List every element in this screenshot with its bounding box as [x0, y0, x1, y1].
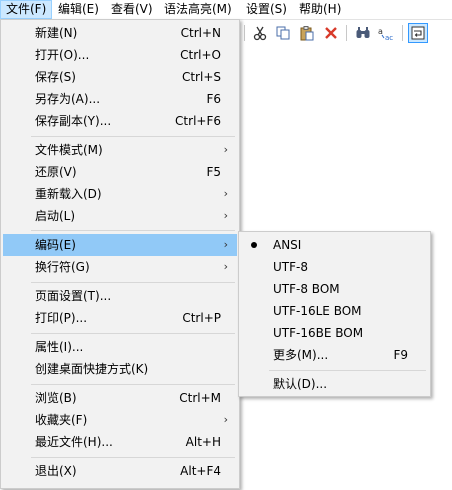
encoding-submenu: ANSI UTF-8 UTF-8 BOM UTF-16LE BOM UTF-16…: [238, 231, 431, 397]
submenu-arrow-icon: ›: [223, 238, 228, 251]
menu-separator: [31, 282, 235, 283]
encoding-item-utf16be-bom[interactable]: UTF-16BE BOM: [241, 322, 428, 344]
menu-item-exit[interactable]: 退出(X) Alt+F4: [3, 460, 237, 482]
menu-item-label: 打印(P)...: [35, 311, 88, 325]
menu-separator: [31, 457, 235, 458]
selected-bullet-icon: [251, 242, 257, 248]
menu-item-shortcut: Ctrl+S: [181, 70, 221, 84]
menu-syntax-highlight[interactable]: 语法高亮(M): [159, 0, 237, 19]
encoding-item-utf8[interactable]: UTF-8: [241, 256, 428, 278]
encoding-item-more[interactable]: 更多(M)... F9: [241, 344, 428, 366]
menu-item-print[interactable]: 打印(P)... Ctrl+P: [3, 307, 237, 329]
svg-text:a: a: [378, 27, 383, 36]
menu-item-new[interactable]: 新建(N) Ctrl+N: [3, 22, 237, 44]
replace-icon[interactable]: a ac: [377, 23, 397, 43]
menu-item-line-ending[interactable]: 换行符(G) ›: [3, 256, 237, 278]
menu-item-label: UTF-8: [273, 260, 308, 274]
menu-item-label: 页面设置(T)...: [35, 289, 112, 303]
menu-item-label: 编码(E): [35, 238, 76, 252]
menu-item-favorites[interactable]: 收藏夹(F) ›: [3, 409, 237, 431]
menu-item-label: 启动(L): [35, 209, 76, 223]
menu-item-label: 退出(X): [35, 464, 77, 478]
encoding-item-default[interactable]: 默认(D)...: [241, 373, 428, 395]
menu-item-label: 新建(N): [35, 26, 78, 40]
menu-separator: [31, 333, 235, 334]
menu-item-recent-files[interactable]: 最近文件(H)... Alt+H: [3, 431, 237, 453]
menu-separator: [31, 384, 235, 385]
menu-separator: [31, 230, 235, 231]
menu-item-label: 文件模式(M): [35, 143, 103, 157]
menu-file[interactable]: 文件(F): [0, 0, 53, 19]
menu-item-label: 收藏夹(F): [35, 413, 88, 427]
menu-item-label: 更多(M)...: [273, 348, 329, 362]
menu-item-create-shortcut[interactable]: 创建桌面快捷方式(K): [3, 358, 237, 380]
menu-item-label: 打开(O)...: [35, 48, 90, 62]
menu-settings[interactable]: 设置(S): [241, 0, 292, 19]
menu-separator: [269, 370, 426, 371]
encoding-item-utf16le-bom[interactable]: UTF-16LE BOM: [241, 300, 428, 322]
menu-item-label: 浏览(B): [35, 391, 77, 405]
menu-item-launch[interactable]: 启动(L) ›: [3, 205, 237, 227]
menu-item-label: 默认(D)...: [273, 377, 328, 391]
menu-item-label: 最近文件(H)...: [35, 435, 113, 449]
menu-item-shortcut: Ctrl+M: [179, 391, 221, 405]
submenu-arrow-icon: ›: [223, 187, 228, 200]
menu-help[interactable]: 帮助(H): [294, 0, 346, 19]
menu-item-browse[interactable]: 浏览(B) Ctrl+M: [3, 387, 237, 409]
menu-item-label: 另存为(A)...: [35, 92, 101, 106]
menu-edit[interactable]: 编辑(E): [53, 0, 104, 19]
cut-icon[interactable]: [250, 23, 270, 43]
delete-icon[interactable]: [321, 23, 341, 43]
menu-item-label: 换行符(G): [35, 260, 90, 274]
menu-item-save-as[interactable]: 另存为(A)... F6: [3, 88, 237, 110]
menu-item-shortcut: F6: [206, 92, 221, 106]
menu-view[interactable]: 查看(V): [106, 0, 158, 19]
submenu-arrow-icon: ›: [223, 260, 228, 273]
menu-item-shortcut: Ctrl+O: [180, 48, 221, 62]
menu-item-shortcut: Alt+F4: [180, 464, 221, 478]
word-wrap-icon[interactable]: [408, 23, 428, 43]
menu-item-shortcut: Ctrl+N: [180, 26, 221, 40]
copy-icon[interactable]: [273, 23, 293, 43]
encoding-item-utf8-bom[interactable]: UTF-8 BOM: [241, 278, 428, 300]
menu-item-shortcut: Alt+H: [185, 435, 221, 449]
toolbar-separator: [346, 25, 347, 41]
menu-item-shortcut: Ctrl+F6: [175, 114, 221, 128]
menu-item-save-copy[interactable]: 保存副本(Y)... Ctrl+F6: [3, 110, 237, 132]
svg-text:ac: ac: [385, 34, 393, 41]
file-menu: 新建(N) Ctrl+N 打开(O)... Ctrl+O 保存(S) Ctrl+…: [0, 19, 240, 489]
submenu-arrow-icon: ›: [223, 209, 228, 222]
menu-item-label: 重新载入(D): [35, 187, 102, 201]
menu-item-reload[interactable]: 重新载入(D) ›: [3, 183, 237, 205]
menu-item-shortcut: F5: [206, 165, 221, 179]
toolbar-separator: [244, 25, 245, 41]
menu-item-open[interactable]: 打开(O)... Ctrl+O: [3, 44, 237, 66]
menu-item-label: ANSI: [273, 238, 302, 252]
menu-item-file-mode[interactable]: 文件模式(M) ›: [3, 139, 237, 161]
toolbar-separator: [402, 25, 403, 41]
menu-item-label: 创建桌面快捷方式(K): [35, 362, 149, 376]
menu-item-label: 属性(I)...: [35, 340, 84, 354]
menu-item-label: UTF-16LE BOM: [273, 304, 362, 318]
encoding-item-ansi[interactable]: ANSI: [241, 234, 428, 256]
menu-separator: [31, 136, 235, 137]
find-icon[interactable]: [353, 23, 373, 43]
menu-item-properties[interactable]: 属性(I)...: [3, 336, 237, 358]
menu-item-save[interactable]: 保存(S) Ctrl+S: [3, 66, 237, 88]
paste-icon[interactable]: [297, 23, 317, 43]
menu-bar: 文件(F) 编辑(E) 查看(V) 语法高亮(M) 设置(S) 帮助(H): [0, 0, 452, 20]
menu-item-encoding[interactable]: 编码(E) ›: [3, 234, 237, 256]
menu-item-page-setup[interactable]: 页面设置(T)...: [3, 285, 237, 307]
menu-item-label: 保存(S): [35, 70, 76, 84]
menu-item-shortcut: F9: [393, 348, 408, 362]
submenu-arrow-icon: ›: [223, 413, 228, 426]
menu-item-label: UTF-16BE BOM: [273, 326, 364, 340]
menu-item-revert[interactable]: 还原(V) F5: [3, 161, 237, 183]
menu-item-shortcut: Ctrl+P: [182, 311, 221, 325]
menu-item-label: 保存副本(Y)...: [35, 114, 112, 128]
menu-item-label: UTF-8 BOM: [273, 282, 340, 296]
menu-item-label: 还原(V): [35, 165, 77, 179]
submenu-arrow-icon: ›: [223, 143, 228, 156]
